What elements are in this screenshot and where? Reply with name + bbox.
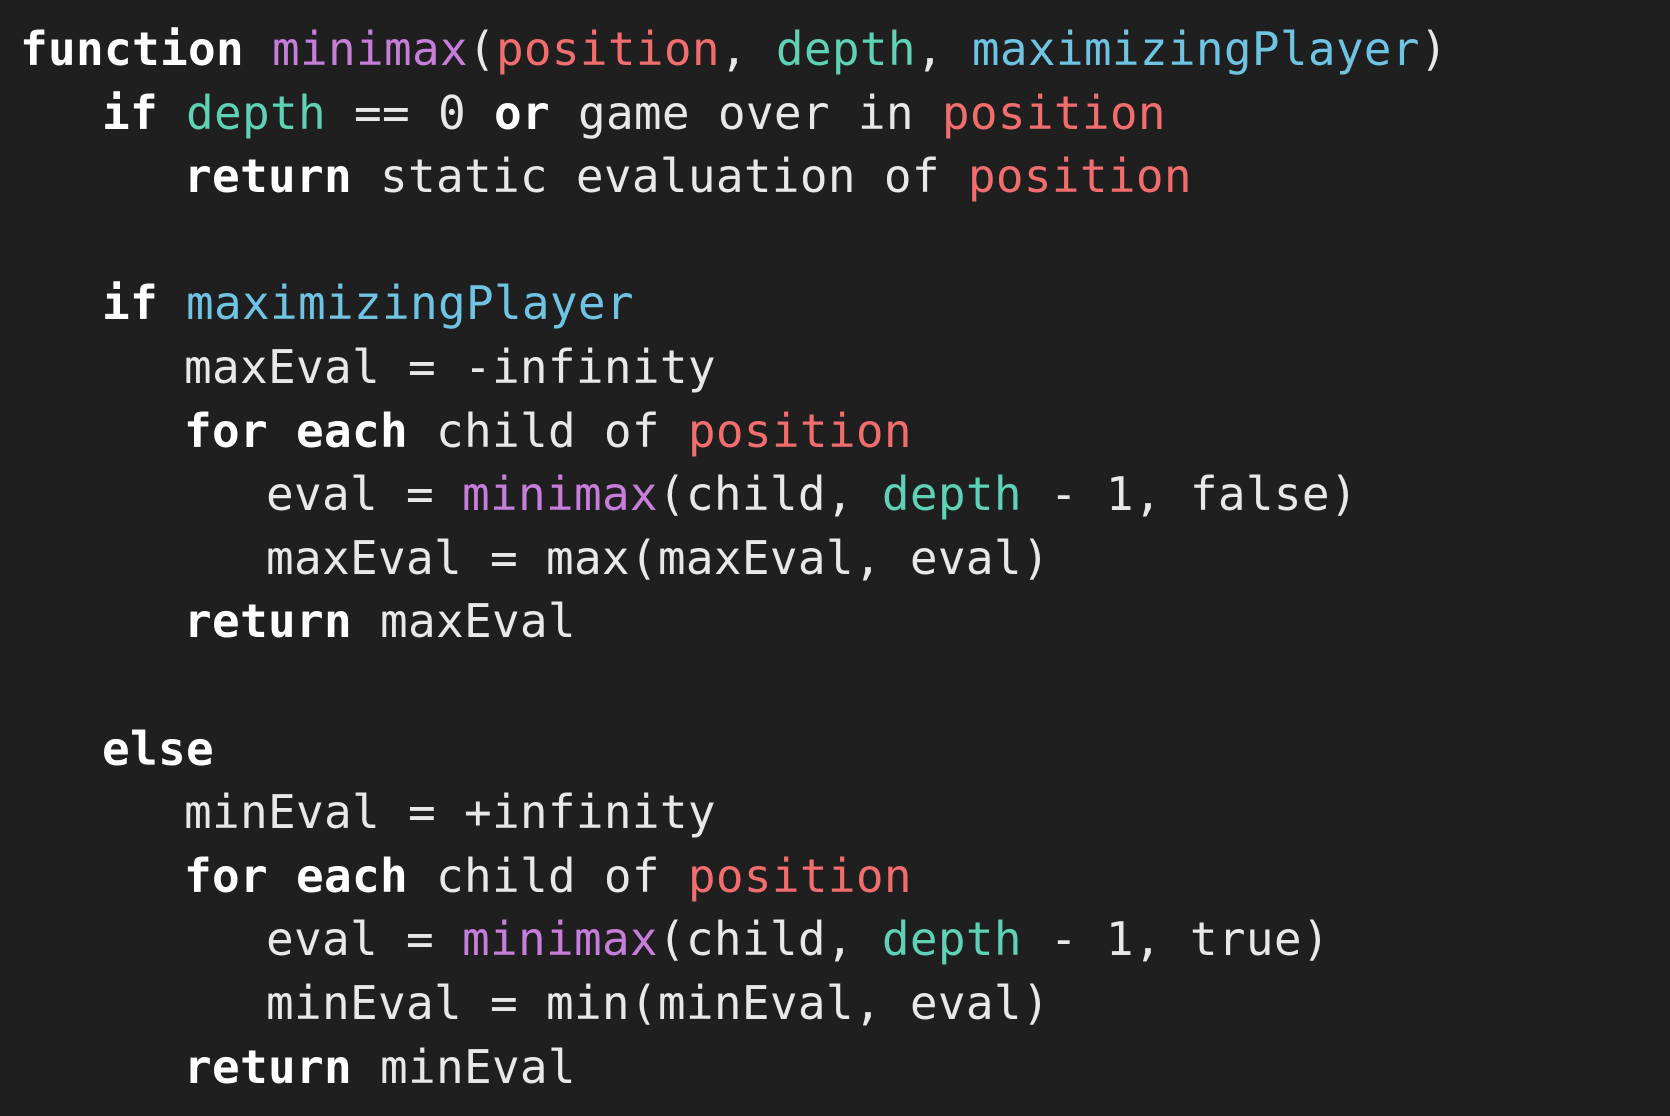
keyword-for: for [184, 403, 268, 458]
function-name: minimax [461, 912, 658, 967]
code-line-return-maxeval: return maxEval [20, 590, 1670, 654]
code-text: game over in [549, 85, 942, 140]
code-line-function-signature: function minimax(position, depth, maximi… [20, 18, 1670, 82]
code-line-for-each-max: for each child of position [20, 400, 1670, 464]
keyword-each: each [295, 848, 408, 903]
paren-open: ( [467, 22, 496, 76]
var-position: position [941, 85, 1166, 140]
code-text: == 0 [325, 85, 494, 140]
var-depth: depth [186, 85, 326, 140]
code-line-else: else [20, 718, 1670, 782]
var-depth: depth [881, 912, 1022, 967]
comma: , [719, 22, 776, 76]
keyword-else: else [102, 721, 214, 776]
var-position: position [687, 403, 912, 458]
code-line-return-mineval: return minEval [20, 1036, 1670, 1100]
function-name: minimax [461, 467, 658, 522]
function-name: minimax [271, 22, 468, 76]
keyword-if: if [102, 85, 158, 140]
code-text: maxEval [351, 594, 576, 649]
code-text: maxEval = max(maxEval, eval) [266, 530, 1050, 585]
keyword-if: if [102, 276, 158, 331]
param-maximizing-player: maximizingPlayer [971, 22, 1420, 76]
code-text: static evaluation of [351, 149, 968, 204]
code-line-base-case-check: if depth == 0 or game over in position [20, 82, 1670, 146]
code-text: minEval = +infinity [184, 785, 716, 840]
code-line-recursive-call-true: eval = minimax(child, depth - 1, true) [20, 908, 1670, 972]
code-line-maxeval-update: maxEval = max(maxEval, eval) [20, 527, 1670, 591]
code-text: child of [407, 403, 688, 458]
code-line-recursive-call-false: eval = minimax(child, depth - 1, false) [20, 463, 1670, 527]
var-position: position [687, 848, 912, 903]
code-text: (child, [657, 467, 882, 522]
code-line-return-static-eval: return static evaluation of position [20, 145, 1670, 209]
keyword-return: return [184, 1039, 352, 1094]
keyword-for: for [184, 848, 268, 903]
code-text: eval = [266, 912, 462, 967]
var-depth: depth [881, 467, 1022, 522]
keyword-function: function [20, 22, 244, 76]
param-position: position [495, 22, 720, 76]
code-line-maxeval-init: maxEval = -infinity [20, 336, 1670, 400]
code-text: child of [407, 848, 688, 903]
var-maximizing-player: maximizingPlayer [186, 276, 634, 331]
code-text: - 1, true) [1021, 912, 1330, 967]
code-text: minEval [351, 1039, 576, 1094]
keyword-return: return [184, 594, 352, 649]
code-view: function minimax(position, depth, maximi… [0, 0, 1670, 1116]
keyword-return: return [184, 149, 352, 204]
param-depth: depth [775, 22, 916, 76]
code-line-for-each-min: for each child of position [20, 845, 1670, 909]
code-text: - 1, false) [1021, 467, 1358, 522]
code-line-if-maximizing: if maximizingPlayer [20, 272, 1670, 336]
var-position: position [967, 149, 1192, 204]
code-text: (child, [657, 912, 882, 967]
keyword-or: or [493, 85, 550, 140]
keyword-each: each [295, 403, 408, 458]
code-line-mineval-update: minEval = min(minEval, eval) [20, 972, 1670, 1036]
comma: , [915, 22, 972, 76]
code-text: maxEval = -infinity [184, 339, 716, 394]
code-text: minEval = min(minEval, eval) [266, 975, 1050, 1030]
code-line-mineval-init: minEval = +infinity [20, 781, 1670, 845]
code-text: eval = [266, 467, 462, 522]
paren-close: ) [1419, 22, 1448, 76]
